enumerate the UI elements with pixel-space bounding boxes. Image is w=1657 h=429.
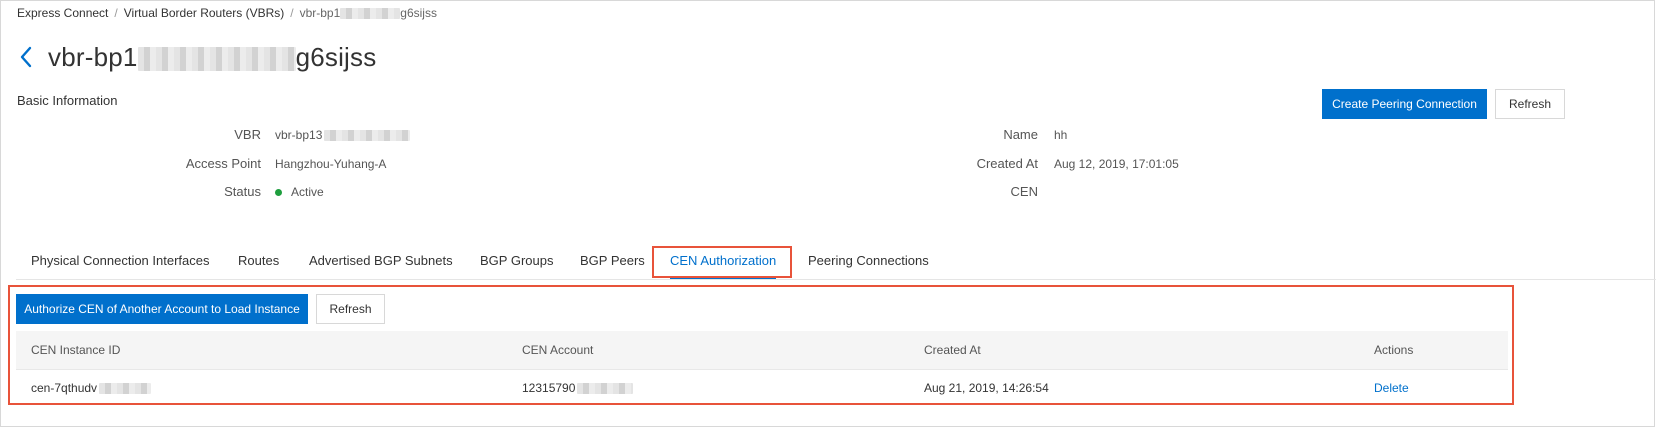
field-label-name: Name: [1003, 127, 1038, 142]
delete-link[interactable]: Delete: [1374, 370, 1409, 406]
page-header: vbr-bp1 g6sijss: [18, 40, 376, 74]
tab-physical-connection-interfaces[interactable]: Physical Connection Interfaces: [31, 242, 209, 279]
breadcrumb-vbrs[interactable]: Virtual Border Routers (VBRs): [124, 6, 285, 20]
column-header-cen-account: CEN Account: [522, 343, 594, 357]
field-label-cen: CEN: [1010, 184, 1038, 199]
field-label-vbr: VBR: [234, 127, 261, 142]
breadcrumb-express-connect[interactable]: Express Connect: [17, 6, 108, 20]
column-header-actions: Actions: [1374, 343, 1414, 357]
section-title-basic-info: Basic Information: [17, 93, 118, 108]
status-dot-icon: [275, 188, 282, 196]
column-header-cen-instance-id: CEN Instance ID: [31, 343, 121, 357]
tab-advertised-bgp-subnets[interactable]: Advertised BGP Subnets: [309, 242, 453, 279]
column-header-created-at: Created At: [924, 343, 981, 357]
breadcrumb-current-prefix: vbr-bp1: [299, 6, 341, 20]
cell-created-at: Aug 21, 2019, 14:26:54: [924, 381, 1049, 395]
field-label-created-at: Created At: [976, 156, 1038, 171]
field-value-name: hh: [1054, 128, 1068, 142]
breadcrumb-separator: /: [290, 6, 294, 20]
breadcrumb-current: vbr-bp1 g6sijss: [300, 6, 437, 20]
status-text: Active: [291, 185, 324, 199]
cell-cen-account: 12315790: [522, 370, 634, 406]
tab-peering-connections[interactable]: Peering Connections: [808, 242, 929, 279]
redacted-text: [577, 382, 634, 394]
cell-cen-account-text: 12315790: [522, 381, 576, 395]
table-row: cen-7qthudv 12315790 Aug 21, 2019, 14:26…: [16, 370, 1508, 406]
redacted-text: [340, 8, 401, 20]
tab-bar: Physical Connection Interfaces Routes Ad…: [16, 242, 1656, 280]
chevron-left-icon[interactable]: [18, 45, 34, 69]
breadcrumb: Express Connect / Virtual Border Routers (…: [17, 6, 437, 20]
page-title-prefix: vbr-bp1: [48, 41, 138, 72]
table-header: CEN Instance ID CEN Account Created At A…: [16, 331, 1508, 370]
refresh-button[interactable]: Refresh: [1495, 89, 1565, 119]
field-label-access-point: Access Point: [185, 156, 261, 171]
authorize-cen-button[interactable]: Authorize CEN of Another Account to Load…: [16, 294, 308, 324]
field-value-vbr-text: vbr-bp13: [275, 128, 323, 142]
breadcrumb-current-suffix: g6sijss: [400, 6, 437, 20]
create-peering-connection-button[interactable]: Create Peering Connection: [1322, 89, 1487, 119]
page-title-suffix: g6sijss: [295, 41, 377, 72]
field-value-created-at: Aug 12, 2019, 17:01:05: [1054, 157, 1179, 171]
field-label-status: Status: [224, 184, 261, 199]
field-value-status: Active: [275, 184, 324, 200]
tab-bgp-peers[interactable]: BGP Peers: [580, 242, 645, 279]
field-value-vbr: vbr-bp13: [275, 127, 411, 143]
cell-cen-instance-id-text: cen-7qthudv: [31, 381, 98, 395]
redacted-text: [99, 382, 152, 394]
tab-bgp-groups[interactable]: BGP Groups: [480, 242, 553, 279]
tab-cen-authorization[interactable]: CEN Authorization: [670, 242, 777, 279]
cell-cen-instance-id: cen-7qthudv: [31, 370, 152, 406]
redacted-text: [137, 46, 296, 71]
page-title: vbr-bp1 g6sijss: [48, 42, 376, 73]
cen-refresh-button[interactable]: Refresh: [316, 294, 385, 324]
tab-routes[interactable]: Routes: [238, 242, 279, 279]
redacted-text: [324, 129, 411, 141]
breadcrumb-separator: /: [114, 6, 118, 20]
field-value-access-point: Hangzhou-Yuhang-A: [275, 157, 387, 171]
